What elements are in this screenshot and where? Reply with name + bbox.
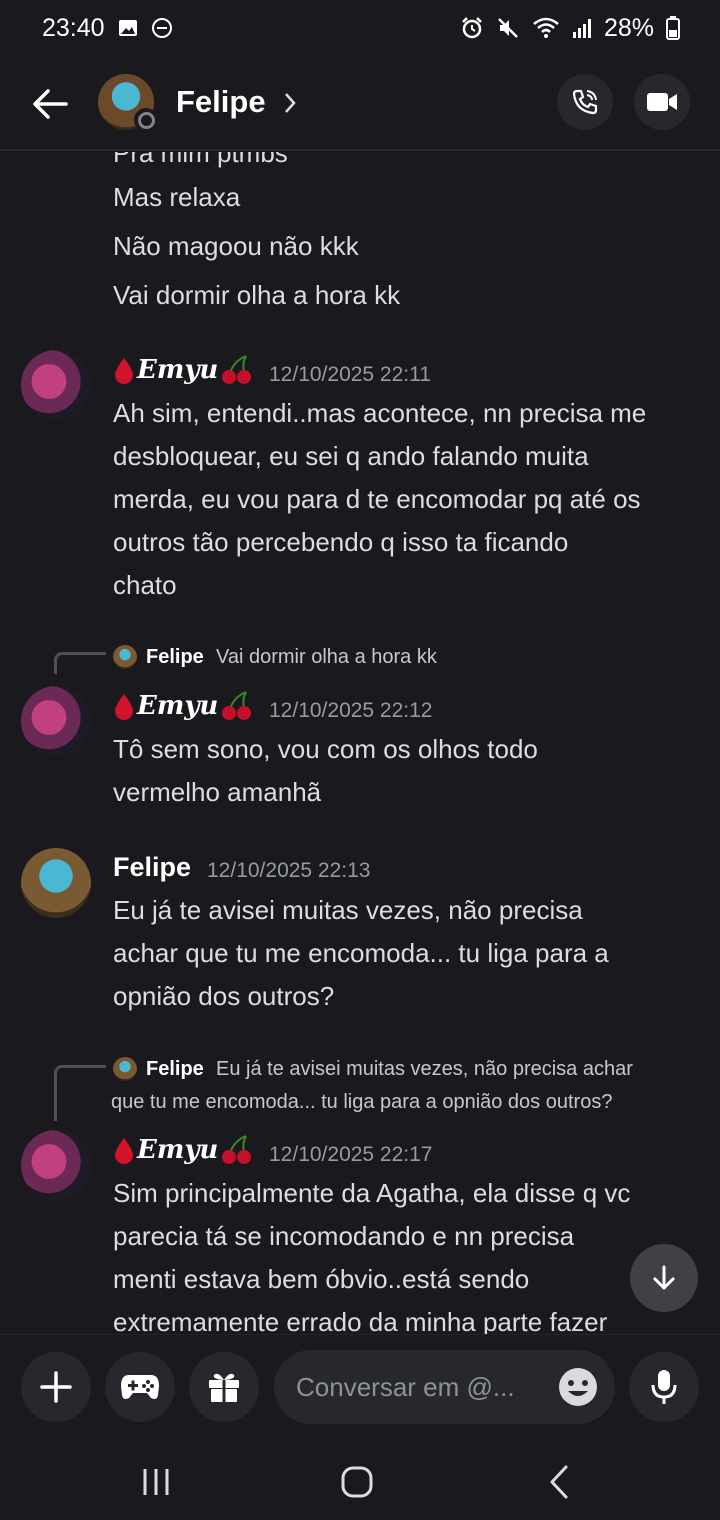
message-text: Pra mim ptmbs [113,152,288,168]
message-text: extremamente errado da minha parte fazer [113,1307,608,1334]
reply-author[interactable]: Felipe [146,646,204,669]
avatar[interactable] [21,350,91,420]
jump-to-latest-button[interactable] [630,1244,698,1312]
gift-icon [209,1373,239,1402]
phone-icon [572,89,598,115]
gift-button[interactable] [189,1352,259,1422]
signal-icon [572,19,591,38]
message-text: Eu já te avisei muitas vezes, não precis… [113,895,583,925]
reply-avatar [113,1057,137,1081]
back-arrow-icon[interactable] [28,82,72,126]
reply-preview[interactable]: que tu me encomoda... tu liga para a opn… [111,1091,612,1114]
reply-avatar [113,645,137,669]
message-text: merda, eu vou para d te encomodar pq até… [113,484,641,514]
message-text: Sim principalmente da Agatha, ela disse … [113,1178,631,1208]
message-timestamp: 12/10/2025 22:17 [269,1143,433,1166]
avatar[interactable] [21,848,91,918]
blood-drop-icon [115,1138,133,1164]
username[interactable]: Felipe [113,852,191,883]
message-text: Mas relaxa [113,182,241,212]
gamepad-icon [121,1375,159,1399]
video-call-button[interactable] [634,74,690,130]
add-attachment-button[interactable] [21,1352,91,1422]
username[interactable]: Emyu [113,353,254,387]
message-text: parecia tá se incomodando e nn precisa [113,1221,575,1251]
mute-icon [498,18,518,38]
chat-header: Felipe [0,56,720,151]
cherry-icon [222,1135,252,1164]
message-text: vermelho amanhã [113,777,322,807]
reply-connector [54,652,106,674]
recent-apps-icon[interactable] [136,1462,176,1502]
message-text: Tô sem sono, vou com os olhos todo [113,734,538,764]
username[interactable]: Emyu [113,1133,254,1167]
alarm-icon [462,17,482,39]
activities-button[interactable] [105,1352,175,1422]
battery-icon [666,16,680,40]
avatar[interactable] [21,686,91,756]
status-bar: 23:40 28% [0,0,720,56]
message-composer [0,1334,720,1442]
message-text: achar que tu me encomoda... tu liga para… [113,938,609,968]
message-text: menti estava bem óbvio..está sendo [113,1264,530,1294]
message-text: desbloquear, eu sei q ando falando muita [113,441,589,471]
reply-preview[interactable]: Vai dormir olha a hora kk [216,646,437,669]
message-text: Vai dormir olha a hora kk [113,280,401,310]
reply-author[interactable]: Felipe [146,1058,204,1081]
username[interactable]: Emyu [113,689,254,723]
arrow-down-icon [653,1265,675,1290]
do-not-disturb-icon [151,18,172,38]
video-camera-icon [647,93,677,111]
message-timestamp: 12/10/2025 22:11 [269,363,431,386]
wifi-icon [533,17,559,38]
avatar[interactable] [21,1130,91,1200]
reply-connector [54,1065,106,1121]
message-timestamp: 12/10/2025 22:13 [207,859,371,882]
blood-drop-icon [115,694,133,720]
message-text: outros tão percebendo q isso ta ficando [113,527,569,557]
clock: 23:40 [42,13,105,42]
message-text: Ah sim, entendi..mas acontece, nn precis… [113,398,647,428]
battery-percent: 28% [603,13,654,42]
reply-preview[interactable]: Eu já te avisei muitas vezes, não precis… [216,1058,633,1081]
contact-name[interactable]: Felipe [176,84,266,120]
cherry-icon [222,355,252,384]
voice-message-button[interactable] [629,1352,699,1422]
message-timestamp: 12/10/2025 22:12 [269,699,433,722]
voice-call-button[interactable] [557,74,613,130]
system-navigation-bar [0,1442,720,1520]
cherry-icon [222,691,252,720]
message-text: opnião dos outros? [113,981,335,1011]
smile-icon[interactable] [558,1367,598,1407]
gallery-notification-icon [118,20,137,36]
home-icon[interactable] [337,1462,377,1502]
blood-drop-icon [115,358,133,384]
plus-icon [40,1371,72,1403]
offline-status-icon [134,108,158,132]
chevron-right-icon[interactable] [282,88,300,118]
microphone-icon [651,1370,677,1404]
message-text: Não magoou não kkk [113,231,359,261]
message-list[interactable]: Pra mim ptmbs Mas relaxa Não magoou não … [0,152,720,1334]
back-icon[interactable] [540,1462,580,1502]
message-text: chato [113,570,177,600]
